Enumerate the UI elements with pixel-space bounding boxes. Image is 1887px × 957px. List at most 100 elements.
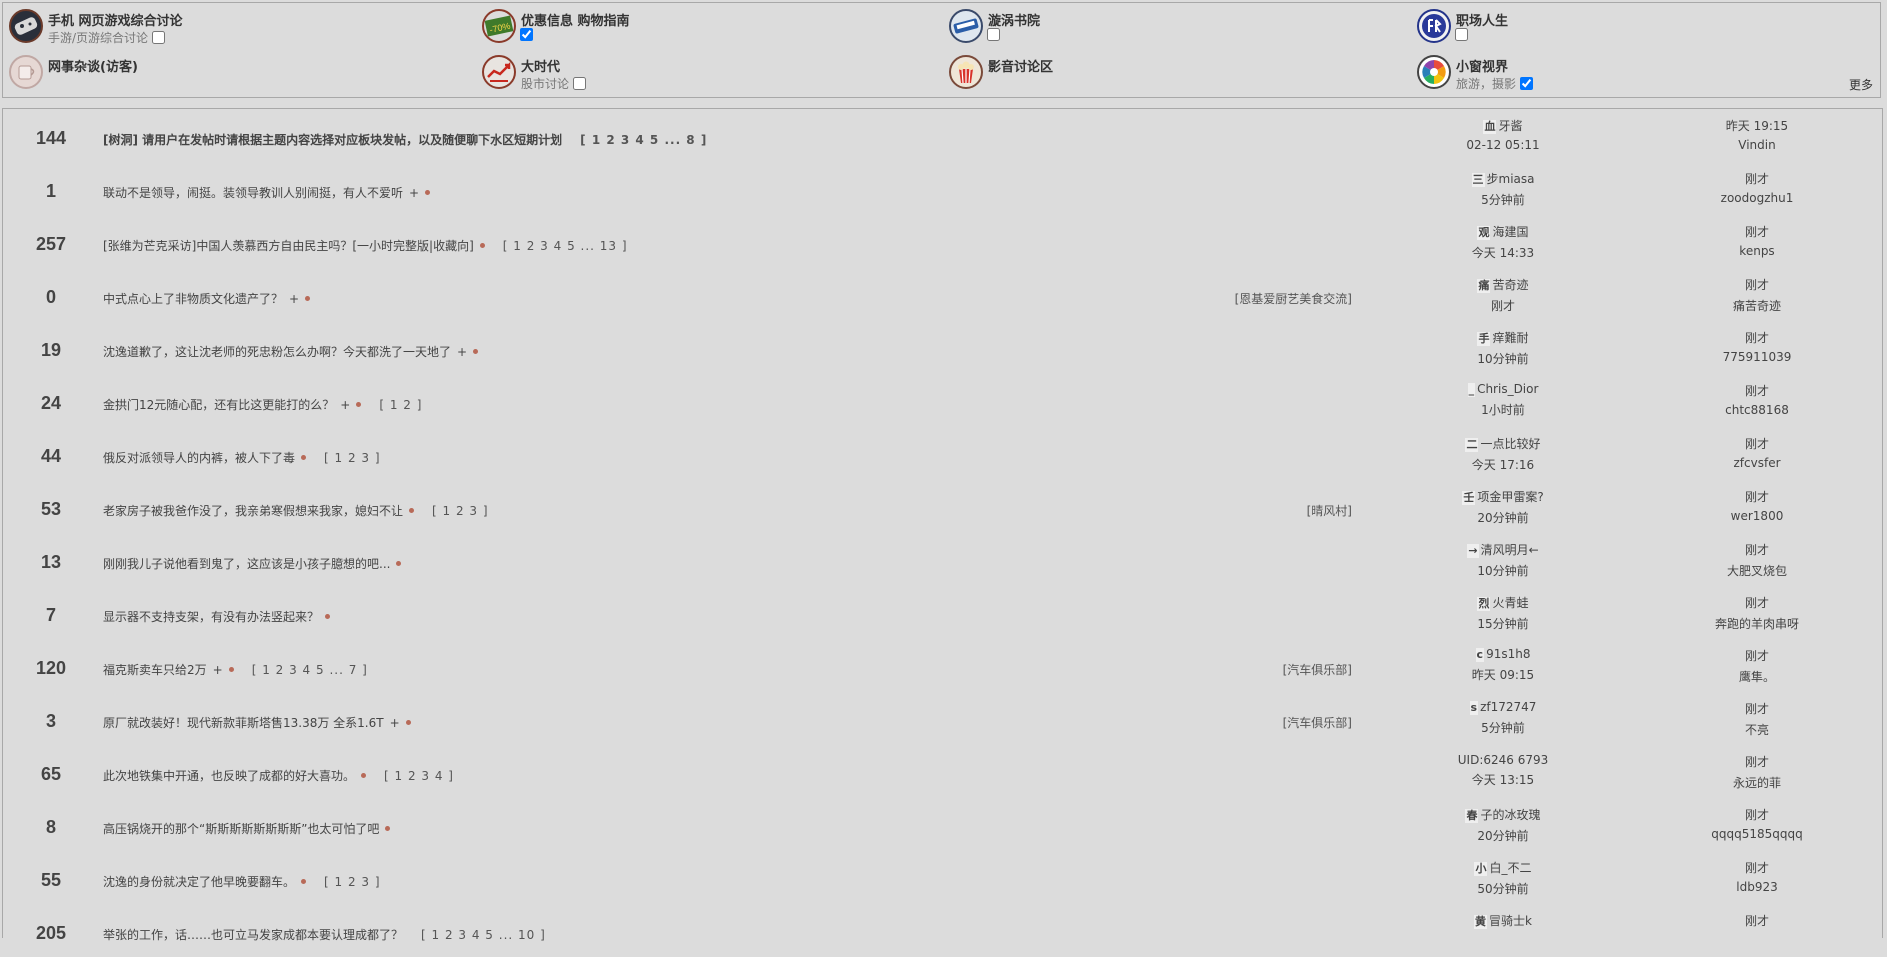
topic-row[interactable]: 19 沈逸道歉了，这让沈老师的死忠粉怎么办啊？今天都洗了一天地了 + 手痒難耐 10分钟… [3,321,1882,374]
topic-title-link[interactable]: 中式点心上了非物质文化遗产了？ [103,290,283,307]
author-name[interactable]: 痒難耐 [1492,331,1528,345]
page-links[interactable]: [ 1 2 3 4 5 ... 13 ] [503,239,628,253]
author-name[interactable]: 一点比较好 [1480,437,1540,451]
author-name[interactable]: 91s1h8 [1486,647,1530,661]
author-name[interactable]: 子的冰玫瑰 [1480,808,1540,822]
forum-item-stocks[interactable]: 大时代 股市讨论 [479,49,859,93]
topic-row[interactable]: 7 显示器不支持支架，有没有办法竖起来？ 烈火青蛙 15分钟前 刚才 奔跑的羊肉串呀 [3,586,1882,639]
forum-subscribe-checkbox[interactable] [520,28,533,41]
topic-row[interactable]: 1 联动不是领导，闹挺。装领导教训人别闹挺，有人不爱听 + 三步miasa 5分钟前 刚才… [3,162,1882,215]
page-links[interactable]: [ 1 2 3 ] [324,451,381,465]
author-name[interactable]: 海建国 [1492,225,1528,239]
subforum-tag[interactable]: [汽车俱乐部] [1283,661,1352,678]
topic-title-link[interactable]: [张维为芒克采访]中国人羡慕西方自由民主吗？[一小时完整版|收藏向] [103,237,474,254]
topic-title-link[interactable]: 高压锅烧开的那个“斯斯斯斯斯斯斯斯”也太可怕了吧 [103,820,379,837]
last-replier-name[interactable]: fcvsfer [1740,456,1781,470]
author-name[interactable]: 清风明月← [1481,543,1539,557]
topic-row[interactable]: 205 举张的工作，话……也可立马发家成都本要认理成都了？[ 1 2 3 4 5 … [3,904,1882,957]
author-name[interactable]: 项金甲雷案? [1477,490,1543,504]
topic-title-link[interactable]: [树洞] 请用户在发帖时请根据主题内容选择对应板块发帖，以及随便聊下水区短期计划 [103,131,562,148]
forum-name[interactable]: 影音讨论区 [988,56,1053,75]
page-links[interactable]: [ 1 2 3 ] [324,875,381,889]
topic-row[interactable]: 55 沈逸的身份就决定了他早晚要翻车。 [ 1 2 3 ] 小白_不二 50分钟前 刚才 l… [3,851,1882,904]
last-replier-name[interactable]: db923 [1740,880,1778,894]
topic-title-link[interactable]: 显示器不支持支架，有没有办法竖起来？ [103,608,319,625]
forum-name[interactable]: 大时代 [521,56,560,75]
topic-title-link[interactable]: 刚刚我儿子说他看到鬼了，这应该是小孩子臆想的吧... [103,555,390,572]
page-links[interactable]: [ 1 2 3 4 ] [384,769,454,783]
forum-name[interactable]: 职场人生 [1456,10,1508,29]
author-name[interactable]: 火青蛙 [1492,596,1528,610]
forum-item-career[interactable]: 职场人生 [1414,3,1794,47]
last-replier-name[interactable]: htc88168 [1732,403,1789,417]
last-replier-name[interactable]: qqq5185qqqq [1719,827,1803,841]
forum-subscribe-checkbox[interactable] [1455,28,1468,41]
new-indicator-icon [396,561,402,566]
topic-row[interactable]: 144 [树洞] 请用户在发帖时请根据主题内容选择对应板块发帖，以及随便聊下水区短… [3,109,1882,162]
forum-subscribe-checkbox[interactable] [987,28,1000,41]
topic-row[interactable]: 53 老家房子被我爸作没了，我亲弟寒假想来我家，媳妇不让 [ 1 2 3 ] [晴风村… [3,480,1882,533]
topic-title-link[interactable]: 此次地铁集中开通，也反映了成都的好大喜功。 [103,767,355,784]
topic-title-link[interactable]: 沈逸道歉了，这让沈老师的死忠粉怎么办啊？今天都洗了一天地了 [103,343,451,360]
topic-title-link[interactable]: 金拱门12元随心配，还有比这更能打的么？ [103,396,334,413]
page-links[interactable]: [ 1 2 3 4 5 ... 7 ] [252,663,368,677]
last-replier-name[interactable]: enps [1746,244,1775,258]
more-forums-link[interactable]: 更多 [1849,76,1873,93]
forum-subscribe-checkbox[interactable] [573,77,587,90]
topic-title-link[interactable]: 俄反对派领导人的内裤，被人下了毒 [103,449,295,466]
topic-title-link[interactable]: 联动不是领导，闹挺。装领导教训人别闹挺，有人不爱听 [103,184,403,201]
author-name[interactable]: UID:6246 6793 [1458,753,1549,767]
last-replier-name[interactable]: oodogzhu1 [1727,191,1793,205]
forum-item-media[interactable]: 影音讨论区 [946,49,1326,93]
page-links[interactable]: [ 1 2 3 ] [432,504,489,518]
page-links[interactable]: [ 1 2 3 4 5 ... 10 ] [421,928,546,942]
author-name[interactable]: 步miasa [1487,172,1535,186]
last-replier-name[interactable]: 远的菲 [1745,776,1781,790]
forum-item-bookhouse[interactable]: 漩涡书院 [946,3,1326,47]
forum-item-net-chat[interactable]: 网事杂谈(访客) [6,49,386,93]
forum-name[interactable]: 网事杂谈(访客) [48,56,138,75]
last-replier-name[interactable]: 隼。 [1751,670,1775,684]
author-name[interactable]: 牙酱 [1498,119,1522,133]
topic-row[interactable]: 257 [张维为芒克采访]中国人羡慕西方自由民主吗？[一小时完整版|收藏向] [ 1… [3,215,1882,268]
forum-item-window-view[interactable]: 小窗视界 旅游，摄影 [1414,49,1794,93]
author-name[interactable]: zf172747 [1480,700,1536,714]
topic-row[interactable]: 44 俄反对派领导人的内裤，被人下了毒 [ 1 2 3 ] 二一点比较好 今天 17:1… [3,427,1882,480]
subforum-tag[interactable]: [汽车俱乐部] [1283,714,1352,731]
forum-item-mobile-games[interactable]: 手机 网页游戏综合讨论 手游/页游综合讨论 [6,3,386,47]
author-name[interactable]: Chris_Dior [1477,382,1538,396]
author-name[interactable]: 苦奇迹 [1492,278,1528,292]
topic-row[interactable]: 24 金拱门12元随心配，还有比这更能打的么？ + [ 1 2 ] _ Chris_Dio… [3,374,1882,427]
last-replier-name[interactable]: 肥叉烧包 [1739,564,1787,578]
topic-title-link[interactable]: 沈逸的身份就决定了他早晚要翻车。 [103,873,295,890]
topic-row[interactable]: 65 此次地铁集中开通，也反映了成都的好大喜功。 [ 1 2 3 4 ] UID:62… [3,745,1882,798]
topic-title-link[interactable]: 原厂就改装好！现代新款菲斯塔售13.38万 全系1.6T [103,714,384,731]
topic-row[interactable]: 0 中式点心上了非物质文化遗产了？ + [恩基爱厨艺美食交流] 痛苦奇迹 刚才 刚才 痛苦奇迹 [3,268,1882,321]
topic-row[interactable]: 120 福克斯卖车只给2万 + [ 1 2 3 4 5 ... 7 ] [汽车俱乐部] c… [3,639,1882,692]
forum-name[interactable]: 优惠信息 购物指南 [521,10,630,29]
topic-row[interactable]: 13 刚刚我儿子说他看到鬼了，这应该是小孩子臆想的吧... → 清风明月← 10分钟前 刚… [3,533,1882,586]
page-links[interactable]: [ 1 2 ] [379,398,422,412]
forum-name[interactable]: 小窗视界 [1456,56,1508,75]
discount-tag-icon: -70% [482,9,516,43]
subforum-tag[interactable]: [恩基爱厨艺美食交流] [1235,290,1352,307]
forum-subscribe-checkbox[interactable] [1520,77,1534,90]
topic-title-link[interactable]: 老家房子被我爸作没了，我亲弟寒假想来我家，媳妇不让 [103,502,403,519]
forum-name[interactable]: 手机 网页游戏综合讨论 [48,10,183,29]
last-replier-name[interactable]: 苦奇迹 [1745,299,1781,313]
page-links[interactable]: [ 1 2 3 4 5 ... 8 ] [580,133,707,147]
topic-title-link[interactable]: 福克斯卖车只给2万 [103,661,207,678]
forum-subscribe-checkbox[interactable] [152,31,166,44]
topic-row[interactable]: 8 高压锅烧开的那个“斯斯斯斯斯斯斯斯”也太可怕了吧 春子的冰玫瑰 20分钟前 刚才 qq… [3,798,1882,851]
last-replier-name[interactable]: er1800 [1740,509,1783,523]
last-replier-name[interactable]: 跑的羊肉串呀 [1727,617,1799,631]
author-name[interactable]: 白_不二 [1489,861,1531,875]
last-replier-name[interactable]: indin [1746,138,1776,152]
subforum-tag[interactable]: [晴风村] [1307,502,1352,519]
topic-row[interactable]: 3 原厂就改装好！现代新款菲斯塔售13.38万 全系1.6T + [汽车俱乐部] s zf… [3,692,1882,745]
last-replier-name[interactable]: 亮 [1757,723,1769,737]
forum-item-deals[interactable]: -70% 优惠信息 购物指南 [479,3,859,47]
forum-name[interactable]: 漩涡书院 [988,10,1040,29]
author-name[interactable]: 冒骑士k [1489,914,1532,928]
last-replier-name[interactable]: 75911039 [1730,350,1791,364]
